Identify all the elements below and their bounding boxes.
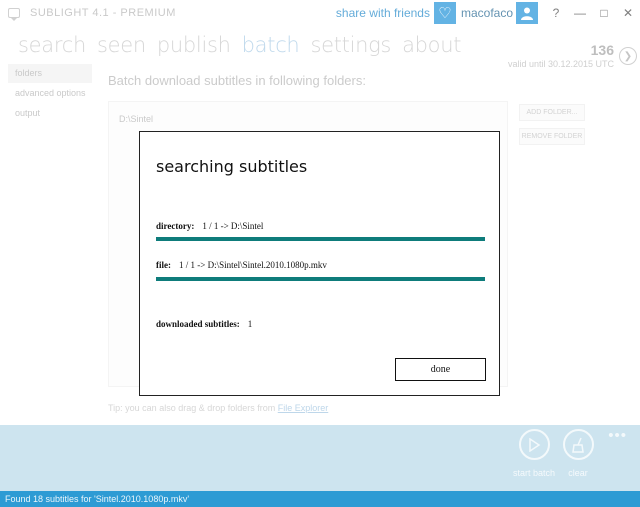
done-button[interactable]: done <box>395 358 486 381</box>
directory-progress-bar <box>156 237 485 241</box>
directory-label: directory: <box>156 221 195 231</box>
directory-value: 1 / 1 -> D:\Sintel <box>202 221 264 231</box>
file-progress-fill <box>156 277 485 281</box>
directory-row: directory: 1 / 1 -> D:\Sintel <box>156 221 263 231</box>
status-bar: Found 18 subtitles for 'Sintel.2010.1080… <box>0 491 640 507</box>
file-value: 1 / 1 -> D:\Sintel\Sintel.2010.1080p.mkv <box>179 260 327 270</box>
file-label: file: <box>156 260 171 270</box>
downloaded-label: downloaded subtitles: <box>156 319 240 329</box>
file-row: file: 1 / 1 -> D:\Sintel\Sintel.2010.1080… <box>156 260 327 270</box>
searching-dialog: searching subtitles directory: 1 / 1 -> D… <box>139 131 500 396</box>
downloaded-row: downloaded subtitles: 1 <box>156 319 252 329</box>
file-progress-bar <box>156 277 485 281</box>
downloaded-value: 1 <box>247 319 253 329</box>
directory-progress-fill <box>156 237 485 241</box>
dialog-title: searching subtitles <box>156 157 308 176</box>
